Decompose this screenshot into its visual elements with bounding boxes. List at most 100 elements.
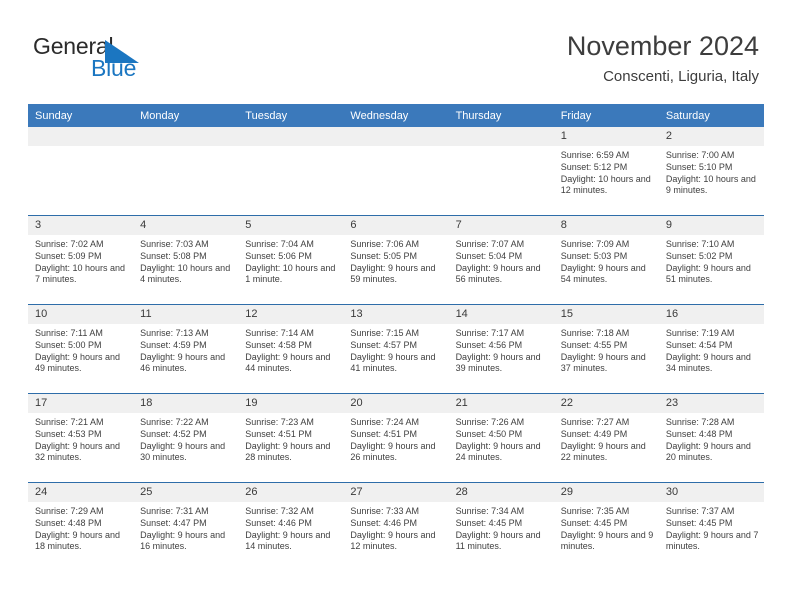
calendar-day-cell[interactable]: 5 Sunrise: 7:04 AM Sunset: 5:06 PM Daylight…	[238, 216, 344, 304]
sunrise-text: Sunrise: 7:18 AM	[560, 328, 630, 338]
calendar-cell: 24 Sunrise: 7:29 AM Sunset: 4:48 PM Dayligh…	[28, 482, 134, 571]
sunrise-text: Sunrise: 7:19 AM	[665, 328, 735, 338]
calendar-day-cell[interactable]: 11 Sunrise: 7:13 AM Sunset: 4:59 PM Dayligh…	[133, 305, 239, 393]
daylight-text: Daylight: 9 hours and 59 minutes.	[350, 262, 436, 285]
calendar-day-cell[interactable]: 25 Sunrise: 7:31 AM Sunset: 4:47 PM Dayligh…	[133, 483, 239, 571]
sunrise-text: Sunrise: 7:11 AM	[35, 328, 103, 338]
calendar-day-cell[interactable]: 21 Sunrise: 7:26 AM Sunset: 4:50 PM Dayligh…	[448, 394, 554, 482]
calendar-cell: 2 Sunrise: 7:00 AM Sunset: 5:10 PM Daylight…	[658, 127, 764, 216]
sunrise-text: Sunrise: 7:33 AM	[350, 506, 419, 516]
calendar-cell: 19 Sunrise: 7:23 AM Sunset: 4:51 PM Dayligh…	[238, 393, 344, 483]
page-header: General Blue November 2024 Conscenti, Li…	[0, 0, 792, 100]
daylight-text: Daylight: 9 hours and 9 minutes.	[560, 529, 654, 552]
calendar-day-cell[interactable]: 3 Sunrise: 7:02 AM Sunset: 5:09 PM Daylight…	[28, 216, 134, 304]
sunrise-text: Sunrise: 7:17 AM	[455, 328, 525, 338]
sun-info: Sunrise: 7:26 AM Sunset: 4:50 PM Daylight:…	[449, 413, 554, 464]
calendar-day-cell[interactable]: 7 Sunrise: 7:07 AM Sunset: 5:04 PM Daylight…	[448, 216, 554, 304]
calendar-day-cell[interactable]: 29 Sunrise: 7:35 AM Sunset: 4:45 PM Dayligh…	[553, 483, 659, 571]
weekday-header-monday: Monday	[133, 104, 239, 127]
day-number: 1	[553, 127, 659, 146]
calendar-cell: 28 Sunrise: 7:34 AM Sunset: 4:45 PM Dayligh…	[448, 482, 554, 571]
sun-info: Sunrise: 7:10 AM Sunset: 5:02 PM Daylight:…	[659, 235, 764, 286]
calendar-day-cell[interactable]: 9 Sunrise: 7:10 AM Sunset: 5:02 PM Daylight…	[658, 216, 764, 304]
sun-info: Sunrise: 7:33 AM Sunset: 4:46 PM Daylight:…	[343, 502, 448, 553]
sunset-text: Sunset: 4:50 PM	[455, 428, 523, 439]
calendar-day-cell[interactable]: 23 Sunrise: 7:28 AM Sunset: 4:48 PM Dayligh…	[658, 394, 764, 482]
calendar-cell: 1 Sunrise: 6:59 AM Sunset: 5:12 PM Daylight…	[553, 127, 659, 216]
sunrise-text: Sunrise: 6:59 AM	[560, 150, 630, 160]
day-number: 19	[238, 394, 344, 413]
calendar-day-cell-empty	[448, 127, 554, 215]
calendar-cell: 18 Sunrise: 7:22 AM Sunset: 4:52 PM Dayligh…	[133, 393, 239, 483]
calendar-cell: 12 Sunrise: 7:14 AM Sunset: 4:58 PM Dayligh…	[238, 304, 344, 394]
sunrise-text: Sunrise: 7:23 AM	[245, 417, 314, 427]
calendar-day-cell[interactable]: 28 Sunrise: 7:34 AM Sunset: 4:45 PM Dayligh…	[448, 483, 554, 571]
calendar-day-cell[interactable]: 10 Sunrise: 7:11 AM Sunset: 5:00 PM Dayligh…	[28, 305, 134, 393]
calendar-cell: 30 Sunrise: 7:37 AM Sunset: 4:45 PM Dayligh…	[658, 482, 764, 571]
calendar-day-cell[interactable]: 2 Sunrise: 7:00 AM Sunset: 5:10 PM Daylight…	[658, 127, 764, 215]
daylight-text: Daylight: 9 hours and 7 minutes.	[665, 529, 759, 552]
daylight-text: Daylight: 9 hours and 14 minutes.	[245, 529, 331, 552]
sunrise-text: Sunrise: 7:07 AM	[455, 239, 525, 249]
sunset-text: Sunset: 4:45 PM	[560, 517, 628, 528]
sunset-text: Sunset: 4:53 PM	[35, 428, 102, 439]
calendar-page: General Blue November 2024 Conscenti, Li…	[0, 0, 792, 612]
sun-info: Sunrise: 7:22 AM Sunset: 4:52 PM Daylight:…	[133, 413, 238, 464]
calendar-day-cell[interactable]: 12 Sunrise: 7:14 AM Sunset: 4:58 PM Dayligh…	[238, 305, 344, 393]
calendar-cell: 9 Sunrise: 7:10 AM Sunset: 5:02 PM Daylight…	[658, 215, 764, 305]
calendar-day-cell[interactable]: 24 Sunrise: 7:29 AM Sunset: 4:48 PM Dayligh…	[28, 483, 134, 571]
calendar-week-row: 24 Sunrise: 7:29 AM Sunset: 4:48 PM Dayligh…	[28, 482, 764, 571]
sunset-text: Sunset: 5:03 PM	[560, 250, 628, 261]
weekday-header-wednesday: Wednesday	[343, 104, 449, 127]
sun-info: Sunrise: 7:09 AM Sunset: 5:03 PM Daylight:…	[554, 235, 659, 286]
calendar-day-cell[interactable]: 27 Sunrise: 7:33 AM Sunset: 4:46 PM Dayligh…	[343, 483, 449, 571]
daylight-text: Daylight: 9 hours and 16 minutes.	[140, 529, 226, 552]
sunrise-text: Sunrise: 7:29 AM	[35, 506, 104, 516]
calendar-day-cell[interactable]: 19 Sunrise: 7:23 AM Sunset: 4:51 PM Dayligh…	[238, 394, 344, 482]
sunset-text: Sunset: 4:56 PM	[455, 339, 523, 350]
day-number: 4	[133, 216, 239, 235]
daylight-text: Daylight: 9 hours and 39 minutes.	[455, 351, 541, 374]
calendar-day-cell[interactable]: 13 Sunrise: 7:15 AM Sunset: 4:57 PM Dayligh…	[343, 305, 449, 393]
sun-info: Sunrise: 7:19 AM Sunset: 4:54 PM Daylight:…	[659, 324, 764, 375]
sunset-text: Sunset: 5:10 PM	[665, 161, 733, 172]
sun-info: Sunrise: 7:07 AM Sunset: 5:04 PM Daylight:…	[449, 235, 554, 286]
daylight-text: Daylight: 10 hours and 12 minutes.	[560, 173, 651, 196]
calendar-day-cell[interactable]: 1 Sunrise: 6:59 AM Sunset: 5:12 PM Daylight…	[553, 127, 659, 215]
sunrise-text: Sunrise: 7:28 AM	[665, 417, 735, 427]
calendar-day-cell[interactable]: 18 Sunrise: 7:22 AM Sunset: 4:52 PM Dayligh…	[133, 394, 239, 482]
sunset-text: Sunset: 5:08 PM	[140, 250, 207, 261]
day-number: 16	[658, 305, 764, 324]
sunrise-text: Sunrise: 7:06 AM	[350, 239, 419, 249]
calendar-day-cell[interactable]: 22 Sunrise: 7:27 AM Sunset: 4:49 PM Dayligh…	[553, 394, 659, 482]
daylight-text: Daylight: 9 hours and 28 minutes.	[245, 440, 331, 463]
daylight-text: Daylight: 9 hours and 32 minutes.	[35, 440, 121, 463]
daylight-text: Daylight: 10 hours and 1 minute.	[245, 262, 336, 285]
sunrise-text: Sunrise: 7:34 AM	[455, 506, 525, 516]
calendar-day-cell[interactable]: 17 Sunrise: 7:21 AM Sunset: 4:53 PM Dayligh…	[28, 394, 134, 482]
general-blue-logo[interactable]: General Blue	[33, 33, 233, 85]
daylight-text: Daylight: 10 hours and 4 minutes.	[140, 262, 231, 285]
calendar-day-cell[interactable]: 14 Sunrise: 7:17 AM Sunset: 4:56 PM Dayligh…	[448, 305, 554, 393]
calendar-day-cell-empty	[133, 127, 239, 215]
calendar-day-cell[interactable]: 26 Sunrise: 7:32 AM Sunset: 4:46 PM Dayligh…	[238, 483, 344, 571]
calendar-day-cell[interactable]: 4 Sunrise: 7:03 AM Sunset: 5:08 PM Daylight…	[133, 216, 239, 304]
daylight-text: Daylight: 9 hours and 12 minutes.	[350, 529, 436, 552]
calendar-day-cell[interactable]: 20 Sunrise: 7:24 AM Sunset: 4:51 PM Dayligh…	[343, 394, 449, 482]
calendar-day-cell[interactable]: 30 Sunrise: 7:37 AM Sunset: 4:45 PM Dayligh…	[658, 483, 764, 571]
sunset-text: Sunset: 4:48 PM	[665, 428, 733, 439]
day-number	[343, 127, 449, 146]
calendar-cell: 20 Sunrise: 7:24 AM Sunset: 4:51 PM Dayligh…	[343, 393, 449, 483]
day-number: 23	[658, 394, 764, 413]
logo-word-blue: Blue	[91, 55, 137, 81]
calendar-day-cell[interactable]: 15 Sunrise: 7:18 AM Sunset: 4:55 PM Dayligh…	[553, 305, 659, 393]
calendar-day-cell[interactable]: 16 Sunrise: 7:19 AM Sunset: 4:54 PM Dayligh…	[658, 305, 764, 393]
calendar-cell	[343, 127, 449, 216]
daylight-text: Daylight: 9 hours and 49 minutes.	[35, 351, 121, 374]
sun-info: Sunrise: 7:13 AM Sunset: 4:59 PM Daylight:…	[133, 324, 238, 375]
calendar-day-cell-empty	[238, 127, 344, 215]
calendar-day-cell[interactable]: 8 Sunrise: 7:09 AM Sunset: 5:03 PM Daylight…	[553, 216, 659, 304]
day-number: 12	[238, 305, 344, 324]
sunset-text: Sunset: 4:59 PM	[140, 339, 207, 350]
calendar-day-cell[interactable]: 6 Sunrise: 7:06 AM Sunset: 5:05 PM Daylight…	[343, 216, 449, 304]
